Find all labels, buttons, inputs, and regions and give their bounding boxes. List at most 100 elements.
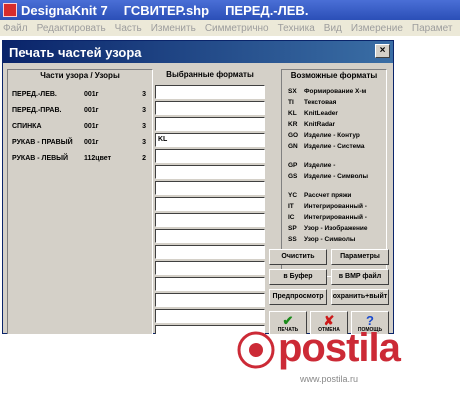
part-format: 001г: [84, 106, 99, 114]
postila-logo-icon: [237, 331, 275, 369]
part-count: 3: [142, 106, 146, 114]
formats-header: Возможные форматы: [290, 71, 378, 80]
format-option[interactable]: TI Текстовая: [288, 97, 386, 107]
format-field[interactable]: [155, 117, 265, 131]
cross-icon: ✘: [323, 312, 335, 328]
list-item[interactable]: СПИНКА 001г 3: [12, 120, 150, 132]
selected-formats-panel: Выбранные форматы KL: [155, 69, 265, 367]
menu-edit[interactable]: Редактировать: [37, 23, 106, 34]
clear-button[interactable]: Очистить: [269, 249, 327, 265]
to-bmp-button[interactable]: в BMP файл: [331, 269, 389, 285]
format-label: Узор - Символы: [304, 235, 356, 243]
format-label: Изделие - Символы: [304, 172, 369, 180]
app-logo-icon: [3, 3, 17, 17]
dialog-title-bar: Печать частей узора: [3, 41, 393, 63]
file-name: ГСВИТЕР.shp: [123, 2, 210, 18]
format-option[interactable]: IC Интегрированный -: [288, 212, 386, 222]
part-format: 001г: [84, 90, 99, 98]
format-option[interactable]: IT Интегрированный -: [288, 201, 386, 211]
part-name: РУКАВ - ЛЕВЫЙ: [12, 154, 69, 162]
dialog-title: Печать частей узора: [9, 44, 142, 60]
format-option[interactable]: GS Изделие - Символы: [288, 171, 386, 181]
format-code: YC: [288, 191, 298, 199]
possible-formats-panel: Возможные форматы SX Формирование Х-м TI Т…: [281, 69, 387, 277]
format-field[interactable]: [155, 101, 265, 115]
menu-part[interactable]: Часть: [115, 23, 142, 34]
part-count: 3: [142, 90, 146, 98]
format-field[interactable]: KL: [155, 133, 265, 147]
format-option[interactable]: GP Изделие -: [288, 160, 386, 170]
format-label: KnitLeader: [304, 109, 338, 117]
format-field[interactable]: [155, 309, 265, 323]
to-buffer-button[interactable]: в Буфер: [269, 269, 327, 285]
format-option[interactable]: KR KnitRadar: [288, 119, 386, 129]
format-code: GN: [288, 142, 298, 150]
menu-file[interactable]: Файл: [3, 23, 28, 34]
format-label: Интегрированный -: [304, 213, 367, 221]
format-label: Изделие - Система: [304, 142, 365, 150]
brand-name: postila: [278, 326, 401, 370]
format-option[interactable]: SS Узор - Символы: [288, 234, 386, 244]
format-field[interactable]: [155, 293, 265, 307]
format-label: Изделие - Контур: [304, 131, 360, 139]
save-exit-button[interactable]: охранить+выйт: [331, 289, 389, 305]
format-label: KnitRadar: [304, 120, 336, 128]
menu-technique[interactable]: Техника: [278, 23, 315, 34]
format-code: TI: [288, 98, 294, 106]
part-name: ПЕРЕД.-ПРАВ.: [12, 106, 62, 114]
format-label: Изделие -: [304, 161, 336, 169]
menu-bar: Файл Редактировать Часть Изменить Симмет…: [0, 20, 460, 36]
part-format: 001г: [84, 122, 99, 130]
format-code: IT: [288, 202, 294, 210]
format-option[interactable]: SX Формирование Х-м: [288, 86, 386, 96]
app-title-bar: DesignaKnit 7 ГСВИТЕР.shp ПЕРЕД.-ЛЕВ.: [0, 0, 460, 20]
format-field[interactable]: [155, 277, 265, 291]
format-field[interactable]: [155, 149, 265, 163]
current-part-name: ПЕРЕД.-ЛЕВ.: [225, 2, 309, 18]
menu-measure[interactable]: Измерение: [351, 23, 403, 34]
app-name: DesignaKnit 7: [21, 2, 108, 18]
format-label: Интегрированный -: [304, 202, 367, 210]
format-field[interactable]: [155, 85, 265, 99]
format-field[interactable]: [155, 213, 265, 227]
format-code: SX: [288, 87, 297, 95]
part-count: 3: [142, 122, 146, 130]
list-item[interactable]: РУКАВ - ЛЕВЫЙ 112цвет 2: [12, 152, 150, 164]
format-code: SP: [288, 224, 297, 232]
format-option[interactable]: GN Изделие - Система: [288, 141, 386, 151]
selected-header: Выбранные форматы: [166, 70, 254, 79]
format-option[interactable]: GO Изделие - Контур: [288, 130, 386, 140]
parts-list-panel: Части узора / Узоры ПЕРЕД.-ЛЕВ. 001г 3 П…: [7, 69, 153, 367]
format-field[interactable]: [155, 181, 265, 195]
menu-change[interactable]: Изменить: [151, 23, 196, 34]
format-code: IC: [288, 213, 295, 221]
menu-view[interactable]: Вид: [324, 23, 342, 34]
format-label: Формирование Х-м: [304, 87, 367, 95]
format-field[interactable]: [155, 165, 265, 179]
format-code: GP: [288, 161, 298, 169]
list-item[interactable]: ПЕРЕД.-ЛЕВ. 001г 3: [12, 88, 150, 100]
format-field[interactable]: [155, 197, 265, 211]
format-option[interactable]: SP Узор - Изображение: [288, 223, 386, 233]
close-icon[interactable]: ×: [375, 44, 390, 58]
format-field[interactable]: [155, 229, 265, 243]
menu-params[interactable]: Парамет: [412, 23, 453, 34]
menu-symmetry[interactable]: Симметрично: [205, 23, 269, 34]
format-code: KL: [288, 109, 297, 117]
help-icon: ?: [366, 312, 374, 328]
format-label: Узор - Изображение: [304, 224, 368, 232]
format-option[interactable]: KL KnitLeader: [288, 108, 386, 118]
list-item[interactable]: РУКАВ - ПРАВЫЙ 001г 3: [12, 136, 150, 148]
part-format: 112цвет: [84, 154, 112, 162]
format-option[interactable]: YC Рассчет пряжи: [288, 190, 386, 200]
format-field[interactable]: [155, 245, 265, 259]
part-count: 2: [142, 154, 146, 162]
params-button[interactable]: Параметры: [331, 249, 389, 265]
format-field[interactable]: [155, 261, 265, 275]
print-parts-dialog: Печать частей узора × Части узора / Узор…: [2, 40, 394, 367]
checkmark-icon: ✔: [282, 312, 294, 328]
preview-button[interactable]: Предпросмотр: [269, 289, 327, 305]
part-name: РУКАВ - ПРАВЫЙ: [12, 138, 73, 146]
list-item[interactable]: ПЕРЕД.-ПРАВ. 001г 3: [12, 104, 150, 116]
brand-url: www.postila.ru: [300, 374, 359, 384]
